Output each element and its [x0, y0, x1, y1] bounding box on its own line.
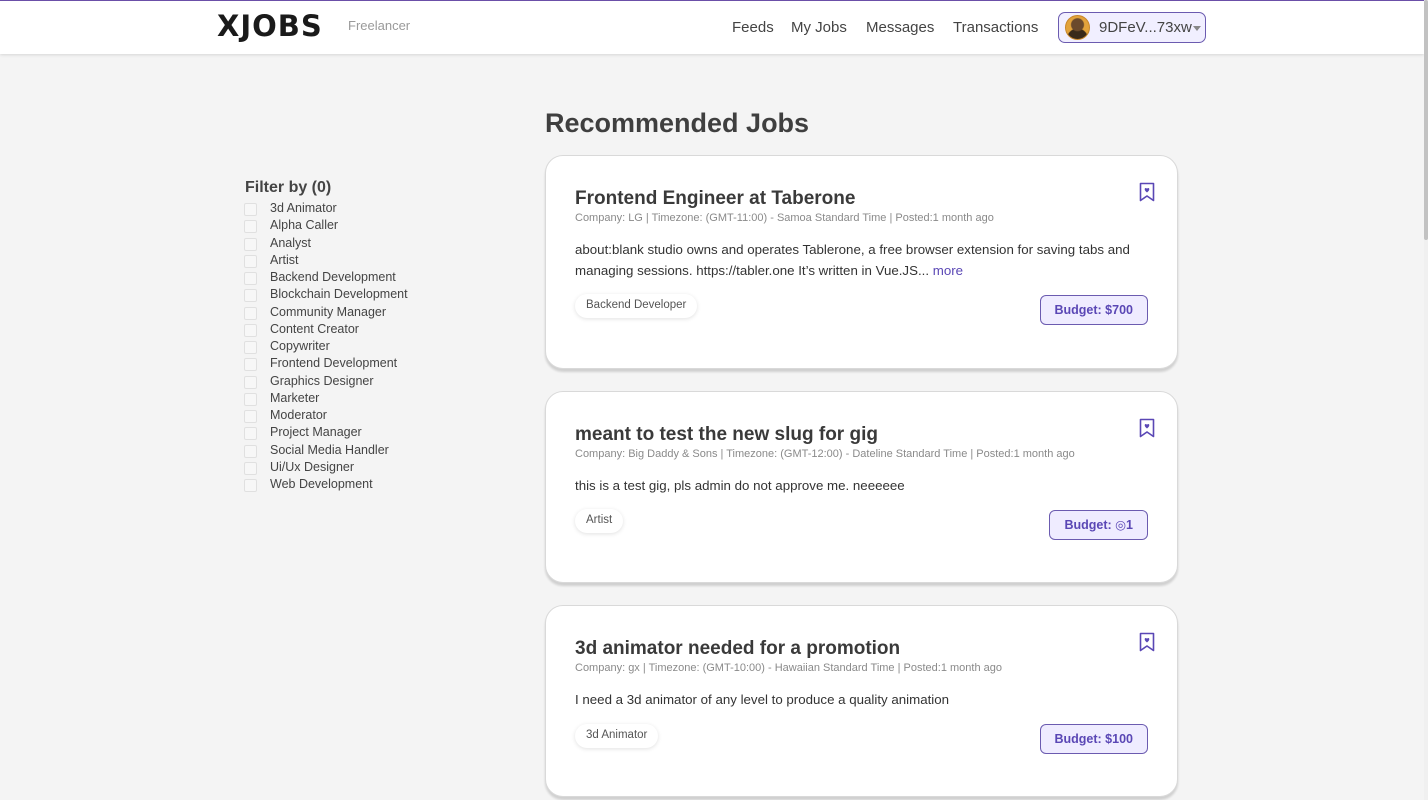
filter-label: Alpha Caller	[270, 218, 339, 233]
job-card[interactable]: 3d animator needed for a promotion Compa…	[545, 605, 1178, 797]
scrollbar-thumb[interactable]	[1424, 0, 1428, 240]
job-tag: Artist	[575, 509, 624, 533]
job-card[interactable]: meant to test the new slug for gig Compa…	[545, 391, 1178, 583]
avatar	[1065, 15, 1090, 40]
filter-label: Ui/Ux Designer	[270, 459, 355, 474]
job-description: this is a test gig, pls admin do not app…	[575, 478, 905, 493]
job-tag: Backend Developer	[575, 294, 698, 318]
job-title[interactable]: 3d animator needed for a promotion	[575, 638, 900, 660]
filter-label: Social Media Handler	[270, 442, 389, 457]
filter-checkbox[interactable]	[244, 220, 257, 234]
filter-checkbox[interactable]	[244, 392, 257, 406]
job-description-text: about:blank studio owns and operates Tab…	[575, 242, 1130, 278]
bookmark-heart-icon[interactable]	[1139, 182, 1155, 202]
chevron-down-icon	[1193, 26, 1201, 31]
nav-transactions[interactable]: Transactions	[953, 19, 1038, 36]
job-meta: Company: LG | Timezone: (GMT-11:00) - Sa…	[575, 212, 994, 224]
nav-my-jobs[interactable]: My Jobs	[791, 19, 847, 36]
wallet-address: 9DFeV...73xw	[1099, 19, 1192, 36]
filter-label: Copywriter	[270, 339, 330, 354]
filter-label: Marketer	[270, 390, 320, 405]
job-tag: 3d Animator	[575, 724, 659, 748]
nav-feeds[interactable]: Feeds	[732, 19, 774, 36]
job-description: about:blank studio owns and operates Tab…	[575, 239, 1155, 281]
job-meta: Company: gx | Timezone: (GMT-10:00) - Ha…	[575, 662, 1002, 674]
filter-label: Artist	[270, 252, 299, 267]
filter-checkbox[interactable]	[244, 289, 257, 303]
page-title: Recommended Jobs	[545, 108, 810, 138]
top-navbar: XJOBS Freelancer Feeds My Jobs Messages …	[0, 0, 1424, 54]
filter-checkbox[interactable]	[244, 358, 257, 372]
filter-label: 3d Animator	[270, 201, 337, 215]
filter-checkbox[interactable]	[244, 306, 257, 320]
filter-label: Community Manager	[270, 304, 387, 319]
page-scrollbar[interactable]	[1424, 0, 1428, 800]
filter-label: Graphics Designer	[270, 373, 374, 388]
xjobs-logo[interactable]: XJOBS	[217, 9, 341, 43]
filter-label: Project Manager	[270, 425, 362, 440]
filter-checkbox[interactable]	[244, 375, 257, 389]
job-title[interactable]: Frontend Engineer at Taberone	[575, 188, 855, 210]
filter-checkbox[interactable]	[244, 444, 257, 458]
job-title[interactable]: meant to test the new slug for gig	[575, 424, 878, 446]
bookmark-heart-icon[interactable]	[1139, 418, 1155, 438]
nav-messages[interactable]: Messages	[866, 19, 934, 36]
filter-checkbox[interactable]	[244, 237, 257, 251]
budget-badge[interactable]: Budget: $700	[1039, 295, 1148, 325]
filter-checkbox[interactable]	[244, 323, 257, 337]
filter-checkbox[interactable]	[244, 254, 257, 268]
budget-badge[interactable]: Budget: ◎1	[1049, 510, 1148, 540]
job-meta: Company: Big Daddy & Sons | Timezone: (G…	[575, 448, 1075, 460]
filter-title: Filter by (0)	[245, 179, 332, 196]
job-description: I need a 3d animator of any level to pro…	[575, 692, 950, 707]
job-card[interactable]: Frontend Engineer at Taberone Company: L…	[545, 155, 1178, 369]
filter-label: Web Development	[270, 477, 373, 492]
more-link[interactable]: more	[933, 263, 963, 278]
wallet-dropdown[interactable]: 9DFeV...73xw	[1058, 12, 1206, 43]
filter-label: Analyst	[270, 235, 311, 250]
filter-checkbox[interactable]	[244, 479, 257, 493]
filter-checkbox[interactable]	[244, 410, 257, 424]
filter-label: Content Creator	[270, 321, 359, 336]
budget-badge[interactable]: Budget: $100	[1039, 724, 1148, 754]
svg-text:XJOBS: XJOBS	[217, 9, 323, 43]
filter-label: Blockchain Development	[270, 287, 408, 302]
filter-label: Moderator	[270, 408, 327, 423]
filter-checkbox[interactable]	[244, 203, 257, 216]
filter-checkbox[interactable]	[244, 461, 257, 475]
brand-subtitle: Freelancer	[348, 18, 411, 33]
bookmark-heart-icon[interactable]	[1139, 632, 1155, 652]
filter-label: Backend Development	[270, 270, 396, 285]
filter-checkbox[interactable]	[244, 341, 257, 355]
filter-label: Frontend Development	[270, 356, 398, 371]
filter-checkbox[interactable]	[244, 272, 257, 286]
filter-checkbox[interactable]	[244, 427, 257, 441]
